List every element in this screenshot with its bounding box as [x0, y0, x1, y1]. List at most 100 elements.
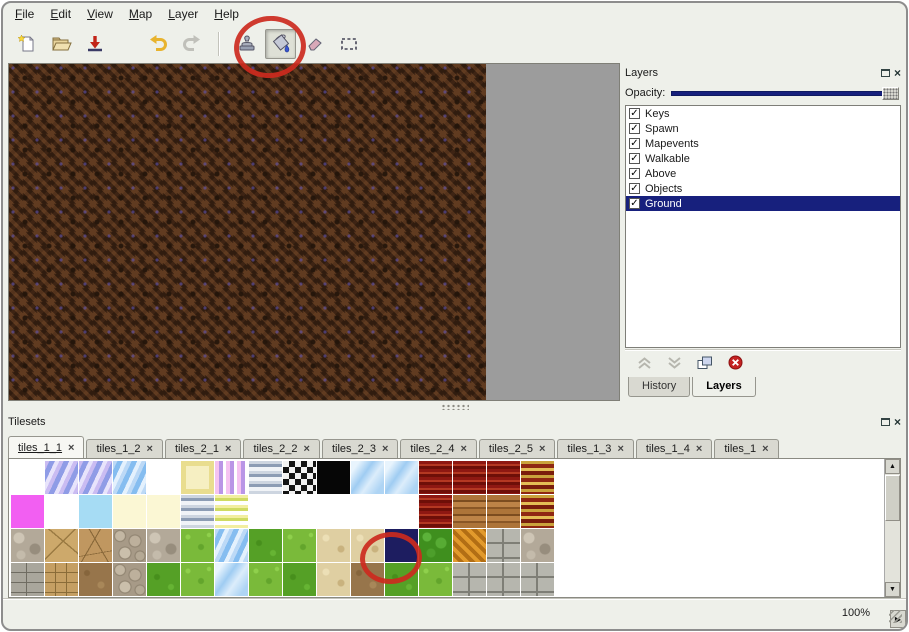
- panel-tab-layers[interactable]: Layers: [692, 377, 755, 397]
- select-tool-button[interactable]: [333, 29, 364, 59]
- tile-grass-d[interactable]: [249, 529, 282, 562]
- tile-roof[interactable]: [453, 461, 486, 494]
- tile-gray-stripe[interactable]: [181, 495, 214, 528]
- tile-navy[interactable]: [385, 529, 418, 562]
- tile-water-p[interactable]: [79, 461, 112, 494]
- tile-gray-stripe[interactable]: [249, 461, 282, 494]
- tile-grass-d[interactable]: [283, 563, 316, 596]
- tab-close-icon[interactable]: ×: [617, 444, 623, 454]
- menu-map[interactable]: Map: [121, 5, 160, 23]
- tile-grass[interactable]: [419, 563, 452, 596]
- tile-grass[interactable]: [249, 563, 282, 596]
- tileset-tab-tiles_1_4[interactable]: tiles_1_4×: [636, 439, 712, 458]
- tile-roof[interactable]: [419, 461, 452, 494]
- tile-cyan[interactable]: [79, 495, 112, 528]
- layer-visibility-checkbox[interactable]: ✓: [629, 183, 640, 194]
- tile-wood[interactable]: [487, 495, 520, 528]
- tile-water-sp[interactable]: [351, 461, 384, 494]
- tile-pink[interactable]: [11, 495, 44, 528]
- opacity-slider[interactable]: [671, 86, 901, 100]
- tile-dirt[interactable]: [351, 563, 384, 596]
- tile-stone-block[interactable]: [521, 563, 554, 596]
- tile-grass[interactable]: [283, 529, 316, 562]
- tile-water-b[interactable]: [215, 529, 248, 562]
- tileset-tab-tiles_1_2[interactable]: tiles_1_2×: [86, 439, 162, 458]
- tile-brick[interactable]: [11, 563, 44, 596]
- layer-row-keys[interactable]: ✓Keys: [626, 106, 900, 121]
- close-panel-icon[interactable]: ×: [894, 417, 901, 427]
- tile-stone-gray[interactable]: [11, 529, 44, 562]
- tile-water-p[interactable]: [45, 461, 78, 494]
- splitter-grip-icon[interactable]: [441, 404, 469, 410]
- eraser-tool-button[interactable]: [299, 29, 330, 59]
- tile-water-sp[interactable]: [215, 563, 248, 596]
- tile-sand[interactable]: [317, 529, 350, 562]
- tile-orange-pat[interactable]: [453, 529, 486, 562]
- layer-visibility-checkbox[interactable]: ✓: [629, 198, 640, 209]
- tileset-tab-tiles_2_3[interactable]: tiles_2_3×: [322, 439, 398, 458]
- tile-grass-d[interactable]: [385, 563, 418, 596]
- tab-close-icon[interactable]: ×: [539, 444, 545, 454]
- tab-close-icon[interactable]: ×: [382, 444, 388, 454]
- tile-pebble[interactable]: [113, 529, 146, 562]
- scroll-up-button[interactable]: ▲: [885, 459, 900, 474]
- tile-grass[interactable]: [181, 563, 214, 596]
- tileset-tab-tiles_2_2[interactable]: tiles_2_2×: [243, 439, 319, 458]
- tile-stone-block[interactable]: [487, 529, 520, 562]
- tileset-tab-tiles_2_5[interactable]: tiles_2_5×: [479, 439, 555, 458]
- duplicate-layer-button[interactable]: [697, 356, 713, 373]
- tile-stone-tan[interactable]: [45, 529, 78, 562]
- tile-stone-block[interactable]: [487, 563, 520, 596]
- tile-cracked[interactable]: [79, 529, 112, 562]
- tab-close-icon[interactable]: ×: [68, 443, 74, 453]
- layer-visibility-checkbox[interactable]: ✓: [629, 153, 640, 164]
- redo-tool-button[interactable]: [176, 29, 207, 59]
- menu-edit[interactable]: Edit: [42, 5, 79, 23]
- menu-file[interactable]: File: [7, 5, 42, 23]
- tile-water-sp[interactable]: [385, 461, 418, 494]
- tile-bush[interactable]: [419, 529, 452, 562]
- tile-blank[interactable]: [147, 461, 180, 494]
- horizontal-splitter[interactable]: [3, 401, 906, 412]
- tileset-tab-tiles_2_4[interactable]: tiles_2_4×: [400, 439, 476, 458]
- undo-tool-button[interactable]: [142, 29, 173, 59]
- tile-column[interactable]: [521, 461, 554, 494]
- menu-layer[interactable]: Layer: [160, 5, 206, 23]
- tileset-tab-tiles_2_1[interactable]: tiles_2_1×: [165, 439, 241, 458]
- tile-sand[interactable]: [317, 563, 350, 596]
- tile-grass-d[interactable]: [147, 563, 180, 596]
- tab-close-icon[interactable]: ×: [147, 444, 153, 454]
- raise-layer-button[interactable]: [637, 356, 652, 373]
- layer-visibility-checkbox[interactable]: ✓: [629, 168, 640, 179]
- panel-tab-history[interactable]: History: [628, 377, 690, 397]
- tile-stone-gray[interactable]: [147, 529, 180, 562]
- tile-checker[interactable]: [283, 461, 316, 494]
- open-tool-button[interactable]: [45, 29, 76, 59]
- tile-pale-yellow[interactable]: [113, 495, 146, 528]
- map-canvas[interactable]: [9, 64, 486, 400]
- tab-close-icon[interactable]: ×: [696, 444, 702, 454]
- layer-row-mapevents[interactable]: ✓Mapevents: [626, 136, 900, 151]
- tab-close-icon[interactable]: ×: [460, 444, 466, 454]
- tile-tan-brick[interactable]: [45, 563, 78, 596]
- layer-row-walkable[interactable]: ✓Walkable: [626, 151, 900, 166]
- scroll-down-button[interactable]: ▼: [885, 582, 900, 597]
- layer-visibility-checkbox[interactable]: ✓: [629, 108, 640, 119]
- layer-row-ground[interactable]: ✓Ground: [626, 196, 900, 211]
- resize-grip[interactable]: [889, 610, 902, 623]
- map-canvas-viewport[interactable]: [8, 63, 620, 401]
- tile-grass[interactable]: [181, 529, 214, 562]
- tile-blank[interactable]: [249, 495, 282, 528]
- tileset-vertical-scrollbar[interactable]: ▲ ▼: [884, 459, 900, 597]
- float-panel-icon[interactable]: [881, 69, 890, 77]
- tileset-tab-tiles_1_3[interactable]: tiles_1_3×: [557, 439, 633, 458]
- tile-roof[interactable]: [419, 495, 452, 528]
- tile-blank[interactable]: [317, 495, 350, 528]
- tile-pale-yellow[interactable]: [147, 495, 180, 528]
- tile-blank[interactable]: [351, 495, 384, 528]
- tileset-tab-tiles_1[interactable]: tiles_1×: [714, 439, 778, 458]
- menu-help[interactable]: Help: [206, 5, 247, 23]
- stamp-tool-button[interactable]: [231, 29, 262, 59]
- tile-column[interactable]: [521, 495, 554, 528]
- tile-roof[interactable]: [487, 461, 520, 494]
